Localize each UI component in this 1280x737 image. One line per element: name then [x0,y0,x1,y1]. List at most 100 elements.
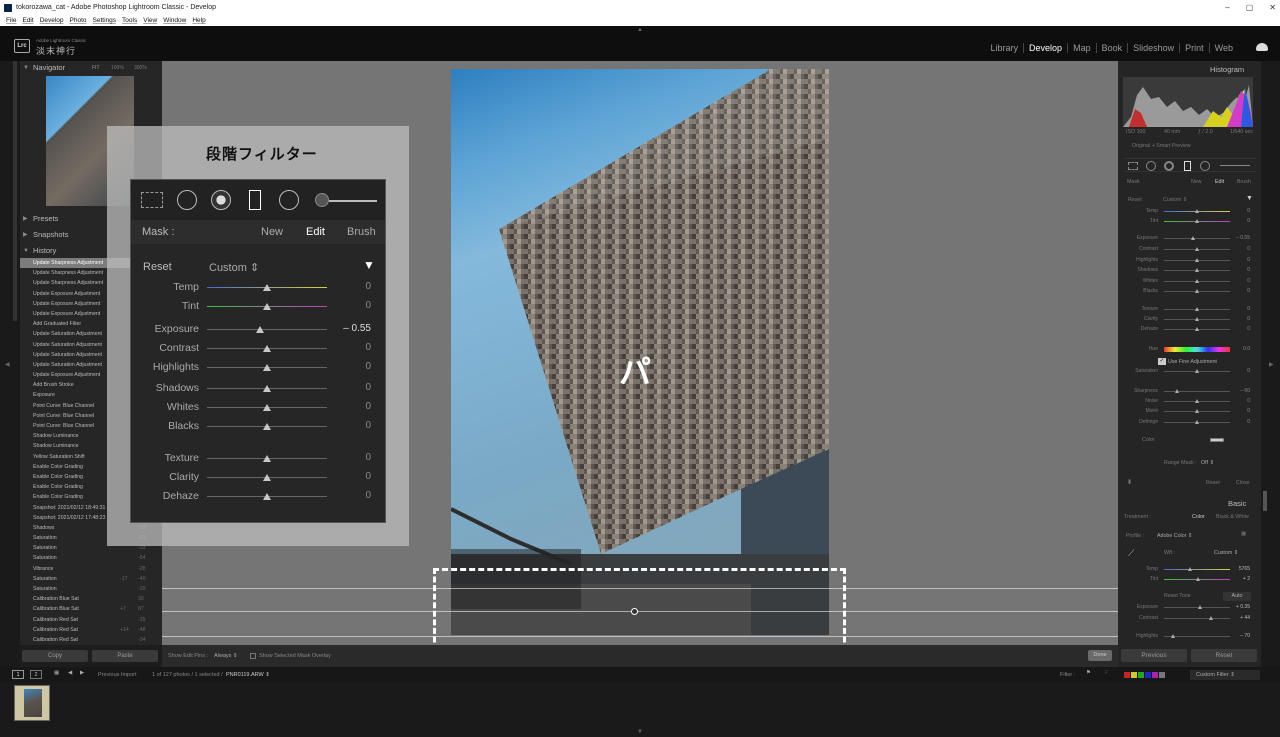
effect-slider-saturation[interactable]: Saturation 0 [1122,367,1252,375]
menu-photo[interactable]: Photo [70,16,87,26]
copy-button[interactable]: Copy [22,650,88,662]
slider-dehaze[interactable]: Dehaze 0 [131,487,385,505]
eyedropper-icon[interactable]: ⟋ [1128,548,1134,559]
slider-value[interactable]: 0 [1232,256,1250,264]
history-item[interactable]: Calibration Red Sat -35 [20,615,162,625]
history-item[interactable]: Saturation -17 -40 [20,574,162,584]
effect-slider-contrast[interactable]: Contrast 0 [1122,245,1252,253]
paste-button[interactable]: Paste [92,650,158,662]
profile-select[interactable]: Adobe Color ⇕ [1157,533,1192,539]
mask-new[interactable]: New [1191,179,1202,185]
slider-value[interactable]: 0 [331,468,371,486]
history-item[interactable]: Saturation -64 [20,553,162,563]
slider-value[interactable]: 0 [331,379,371,397]
effect-slider-tint[interactable]: Tint 0 [1122,217,1252,225]
slider-contrast[interactable]: Contrast 0 [131,339,385,357]
slider-knob[interactable] [263,493,271,500]
effect-slider-highlights[interactable]: Highlights 0 [1122,256,1252,264]
mask-brush[interactable]: Brush [347,226,376,238]
slider-value[interactable]: 0.0 [1232,345,1250,353]
menu-develop[interactable]: Develop [40,16,64,26]
slider-value[interactable]: 0 [1232,245,1250,253]
effect-slider-noise[interactable]: Noise 0 [1122,397,1252,405]
identity-plate[interactable]: 淡末神行 [36,44,76,57]
effect-close-button[interactable]: Close [1236,480,1250,486]
module-map[interactable]: Map [1067,43,1096,53]
menu-file[interactable]: File [6,16,16,26]
red-label-icon[interactable] [1124,672,1130,678]
source-label[interactable]: Previous Import [98,672,137,678]
module-slideshow[interactable]: Slideshow [1127,43,1179,53]
slider-value[interactable]: 0 [1232,397,1250,405]
navigator-header[interactable]: ▼ Navigator FIT 100% 300% [20,61,162,75]
blue-label-icon[interactable] [1145,672,1151,678]
reset-tone[interactable]: Reset Tone [1164,593,1191,599]
close-window-button[interactable]: ✕ [1269,0,1276,16]
history-item[interactable]: Vibrance -28 [20,564,162,574]
treatment-bw[interactable]: Black & White [1216,514,1249,520]
slider-value[interactable]: 0 [1232,305,1250,313]
slider-knob[interactable] [263,385,271,392]
slider-value[interactable]: 0 [331,417,371,435]
treatment-color[interactable]: Color [1192,514,1205,520]
reset-button[interactable]: Reset [1191,649,1257,662]
collapse-left-arrow[interactable]: ◀ [5,361,10,368]
effect-preset-select[interactable]: Custom ⇕ [209,261,259,274]
mask-edit[interactable]: Edit [1215,179,1224,185]
slider-exposure[interactable]: Exposure – 0.55 [131,320,385,338]
slider-track[interactable] [1164,569,1230,570]
module-web[interactable]: Web [1208,43,1238,53]
slider-knob[interactable] [263,455,271,462]
basic-slider-tint[interactable]: Tint + 2 [1122,575,1252,583]
effect-slider-sharpness[interactable]: Sharpness – 60 [1122,387,1252,395]
basic-slider-temp[interactable]: Temp 5765 [1122,565,1252,573]
slider-value[interactable]: – 0.55 [331,320,371,338]
slider-knob[interactable] [263,303,271,310]
effect-slider-hue[interactable]: Hue 0.0 [1122,345,1252,353]
cloud-icon[interactable] [1256,43,1268,51]
reject-filter-icon[interactable]: ⚐ [1104,670,1109,676]
red-eye-icon[interactable] [1164,161,1174,171]
menu-tools[interactable]: Tools [122,16,137,26]
slider-value[interactable]: 0 [1232,315,1250,323]
effect-preset-select[interactable]: Custom ⇕ [1163,197,1187,203]
slider-value[interactable]: + 2 [1232,575,1250,583]
slider-knob[interactable] [1187,567,1192,571]
slider-temp[interactable]: Temp 0 [131,278,385,296]
done-button[interactable]: Done [1088,650,1112,661]
slider-knob[interactable] [1194,268,1199,272]
effect-slider-dehaze[interactable]: Dehaze 0 [1122,325,1252,333]
slider-track[interactable] [1164,238,1230,239]
slider-value[interactable]: 0 [1232,418,1250,426]
slider-knob[interactable] [1190,236,1195,240]
filmstrip-thumbnail[interactable] [14,685,50,721]
slider-value[interactable]: 0 [1232,407,1250,415]
mask-brush[interactable]: Brush [1237,179,1251,185]
basic-title[interactable]: Basic [1228,499,1246,508]
slider-knob[interactable] [1194,219,1199,223]
slider-knob[interactable] [1194,289,1199,293]
slider-knob[interactable] [1194,409,1199,413]
slider-knob[interactable] [255,326,264,333]
slider-value[interactable]: 0 [331,339,371,357]
toggle-icon[interactable]: ▮ [1128,479,1131,485]
range-mask-select[interactable]: Off ⇕ [1201,460,1214,466]
effect-reset-button[interactable]: Reset [1206,480,1220,486]
module-develop[interactable]: Develop [1023,43,1067,53]
slider-value[interactable]: + 0.35 [1232,603,1250,611]
yellow-label-icon[interactable] [1131,672,1137,678]
effect-slider-clarity[interactable]: Clarity 0 [1122,315,1252,323]
slider-value[interactable]: 0 [331,297,371,315]
slider-tint[interactable]: Tint 0 [131,297,385,315]
slider-knob[interactable] [1194,347,1199,351]
zoom-300[interactable]: 300% [134,61,147,75]
slider-knob[interactable] [1194,399,1199,403]
slider-track[interactable] [207,329,327,330]
filename[interactable]: PNR0119.ARW ⇕ [226,672,270,678]
effect-slider-whites[interactable]: Whites 0 [1122,277,1252,285]
slider-value[interactable]: 0 [1232,367,1250,375]
slider-value[interactable]: – 0.55 [1232,234,1250,242]
collapse-top-arrow[interactable]: ▲ [637,27,643,33]
slider-highlights[interactable]: Highlights 0 [131,358,385,376]
effect-slider-exposure[interactable]: Exposure – 0.55 [1122,234,1252,242]
